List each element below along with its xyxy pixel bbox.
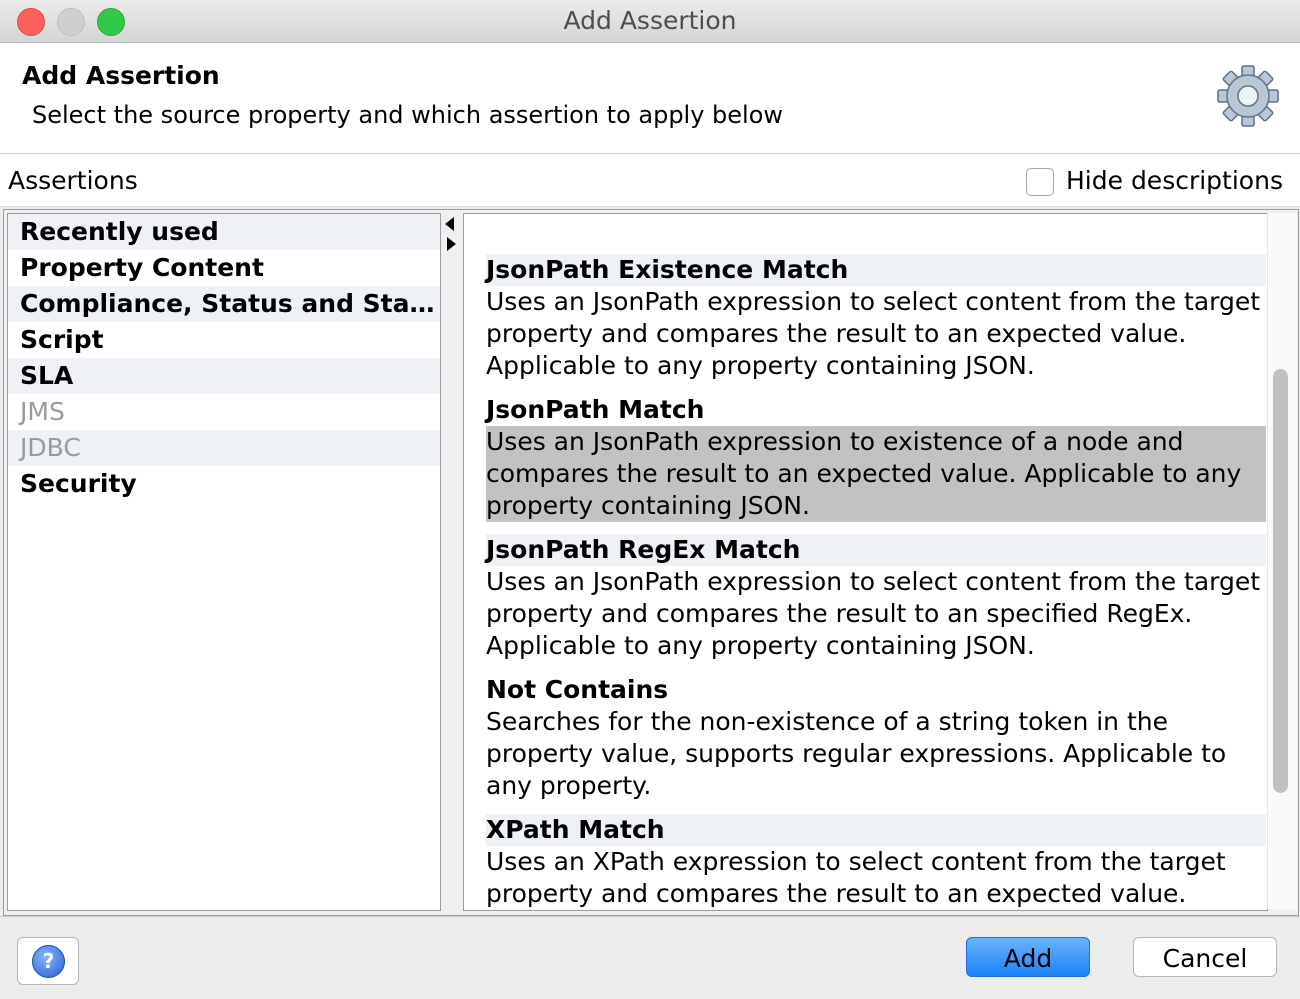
help-icon: ? bbox=[32, 945, 65, 978]
assertion-item-xpath-match[interactable]: XPath Match Uses an XPath expression to … bbox=[486, 814, 1266, 910]
assertion-item-jsonpath-match[interactable]: JsonPath Match Uses an JsonPath expressi… bbox=[486, 394, 1266, 522]
assertion-list-panel: JsonPath Existence Match Uses an JsonPat… bbox=[463, 213, 1268, 911]
category-jdbc: JDBC bbox=[8, 430, 440, 466]
assertions-label: Assertions bbox=[8, 166, 138, 195]
collapse-right-icon[interactable] bbox=[447, 237, 456, 251]
hide-descriptions-checkbox[interactable] bbox=[1026, 168, 1054, 196]
split-pane-divider[interactable] bbox=[441, 213, 463, 909]
category-recently-used[interactable]: Recently used bbox=[8, 214, 440, 250]
window-titlebar: Add Assertion bbox=[0, 0, 1300, 43]
dialog-title: Add Assertion bbox=[22, 61, 220, 90]
assertion-item-jsonpath-existence-match[interactable]: JsonPath Existence Match Uses an JsonPat… bbox=[486, 254, 1266, 394]
assertion-title: JsonPath Existence Match bbox=[486, 254, 1266, 286]
category-jms: JMS bbox=[20, 397, 65, 426]
assertion-title: JsonPath RegEx Match bbox=[486, 534, 1266, 566]
category-sla[interactable]: SLA bbox=[8, 358, 440, 394]
dialog-subtitle: Select the source property and which ass… bbox=[32, 101, 784, 129]
cancel-button[interactable]: Cancel bbox=[1133, 937, 1277, 977]
list-gutter bbox=[464, 214, 486, 910]
collapse-left-icon[interactable] bbox=[445, 217, 454, 231]
category-security[interactable]: Security bbox=[8, 466, 440, 502]
category-list: Recently used Property Content Complianc… bbox=[7, 213, 441, 911]
assertion-entries: JsonPath Existence Match Uses an JsonPat… bbox=[486, 254, 1266, 910]
category-property-content[interactable]: Property Content bbox=[8, 250, 440, 286]
assertion-title: JsonPath Match bbox=[486, 394, 1266, 426]
dialog-header: Add Assertion Select the source property… bbox=[0, 43, 1300, 154]
category-script[interactable]: Script bbox=[8, 322, 440, 358]
assertion-title: XPath Match bbox=[486, 814, 1266, 846]
assertion-item-jsonpath-regex-match[interactable]: JsonPath RegEx Match Uses an JsonPath ex… bbox=[486, 534, 1266, 674]
vertical-scrollbar[interactable] bbox=[1267, 213, 1297, 909]
assertion-description: Uses an JsonPath expression to select co… bbox=[486, 287, 1261, 380]
assertion-description: Uses an XPath expression to select conte… bbox=[486, 847, 1226, 908]
assertion-item-not-contains[interactable]: Not Contains Searches for the non-existe… bbox=[486, 674, 1266, 814]
assertion-title: Not Contains bbox=[486, 674, 1266, 706]
window-title: Add Assertion bbox=[563, 6, 737, 35]
dialog-footer: ? Add Cancel bbox=[0, 916, 1300, 999]
add-button[interactable]: Add bbox=[966, 937, 1090, 977]
assertion-description: Uses an JsonPath expression to select co… bbox=[486, 567, 1261, 660]
assertions-toolbar: Assertions Hide descriptions bbox=[0, 154, 1300, 207]
scrollbar-thumb[interactable] bbox=[1273, 369, 1288, 793]
assertion-description-selected: Uses an JsonPath expression to existence… bbox=[486, 426, 1266, 522]
assertion-description: Searches for the non-existence of a stri… bbox=[486, 707, 1227, 800]
gear-icon bbox=[1217, 65, 1279, 127]
hide-descriptions-label[interactable]: Hide descriptions bbox=[1066, 166, 1283, 195]
help-button[interactable]: ? bbox=[17, 937, 79, 985]
category-compliance-status-standards[interactable]: Compliance, Status and Standards bbox=[8, 286, 440, 322]
